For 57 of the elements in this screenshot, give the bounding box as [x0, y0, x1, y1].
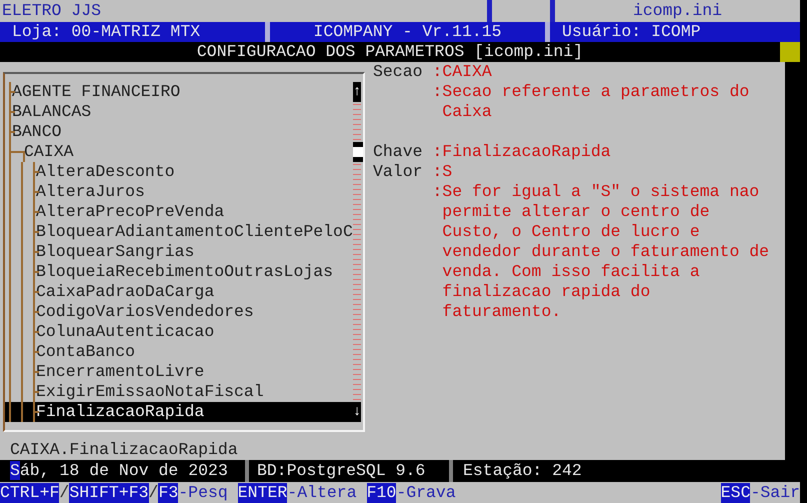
tree-item[interactable]: BloquearAdiantamentoClientePeloC	[9, 222, 353, 242]
shortcut-key[interactable]: F10	[366, 482, 396, 502]
tree-item[interactable]: AlteraJuros	[9, 182, 353, 202]
separator-text: /	[59, 482, 70, 502]
field-label: Chave	[373, 142, 424, 162]
user-label: Usuário: ICOMP	[561, 22, 702, 42]
tree-item[interactable]: EncerramentoLivre	[9, 362, 353, 382]
scrollbar-thumb[interactable]	[352, 142, 363, 162]
field-value: FinalizacaoRapida	[442, 142, 612, 162]
colon-text: :	[432, 82, 442, 103]
scroll-up-button[interactable]: ↑	[352, 82, 362, 102]
selected-path: CAIXA.FinalizacaoRapida	[9, 440, 239, 460]
shortcut-label: -Altera	[287, 482, 357, 502]
tree-item[interactable]: CodigoVariosVendedores	[9, 302, 353, 322]
field-value: Secao referente a parametros do Caixa	[442, 82, 750, 122]
tree-item[interactable]: FinalizacaoRapida	[5, 402, 353, 422]
tree-item[interactable]: AlteraDesconto	[9, 162, 353, 182]
shortcut-key[interactable]: CTRL+F	[0, 482, 60, 502]
tree-item[interactable]: AGENTE FINANCEIRO	[9, 82, 353, 102]
shortcut-label: -Grava	[396, 482, 456, 502]
colon-text: :	[432, 62, 442, 82]
colon-text: :	[432, 142, 442, 162]
field-value: Se for igual a "S" o sistema nao permite alterar o centro de Custo, o Centro de lucro e vendedor durante o faturamento de venda. Com isso facilita a finalizacao rapida do faturamento.	[442, 182, 770, 322]
field-label: Valor	[373, 162, 424, 182]
tree-item[interactable]: CaixaPadraoDaCarga	[9, 282, 353, 302]
field-label: Secao	[373, 62, 424, 82]
colon-text: :	[432, 182, 442, 203]
field-value: CAIXA	[442, 62, 493, 82]
shortcut-key[interactable]: ENTER	[238, 482, 288, 502]
field-value: S	[442, 162, 454, 182]
shortcut-label: -Sair	[750, 482, 800, 502]
date-label: Sáb, 18 de Nov de 2023	[9, 461, 229, 481]
shortcut-key[interactable]: SHIFT+F3	[69, 482, 149, 502]
shortcut-label: -Pesq	[178, 482, 228, 502]
separator-bar	[245, 460, 249, 482]
window-title: CONFIGURACAO DOS PARAMETROS [icomp.ini]	[196, 42, 584, 62]
tree-item[interactable]: CAIXA	[9, 142, 353, 162]
tree-item[interactable]: BloqueiaRecebimentoOutrasLojas	[9, 262, 353, 282]
separator-bar	[265, 22, 270, 42]
shortcut-key[interactable]: ESC	[720, 482, 750, 502]
square-icon	[780, 42, 800, 62]
colon-text: :	[432, 162, 442, 182]
tree-item[interactable]: BANCO	[9, 122, 353, 142]
version-label: ICOMPANY - Vr.11.15	[312, 22, 503, 42]
tree-item[interactable]: BALANCAS	[9, 102, 353, 122]
tree-item[interactable]: ContaBanco	[9, 342, 353, 362]
tree-item[interactable]: AlteraPrecoPreVenda	[9, 202, 353, 222]
station-label: Estação: 242	[462, 461, 583, 481]
separator-text: /	[148, 482, 158, 502]
tree-item[interactable]: BloquearSangrias	[9, 242, 353, 262]
database-label: BD:PostgreSQL 9.6	[256, 461, 426, 481]
file-name: icomp.ini	[632, 1, 724, 21]
separator-bar	[449, 460, 453, 482]
shortcut-key[interactable]: F3	[158, 482, 178, 502]
tree-item[interactable]: ColunaAutenticacao	[9, 322, 353, 342]
store-label: Loja: 00-MATRIZ MTX	[11, 22, 202, 42]
company-name: ELETRO JJS	[1, 1, 102, 21]
